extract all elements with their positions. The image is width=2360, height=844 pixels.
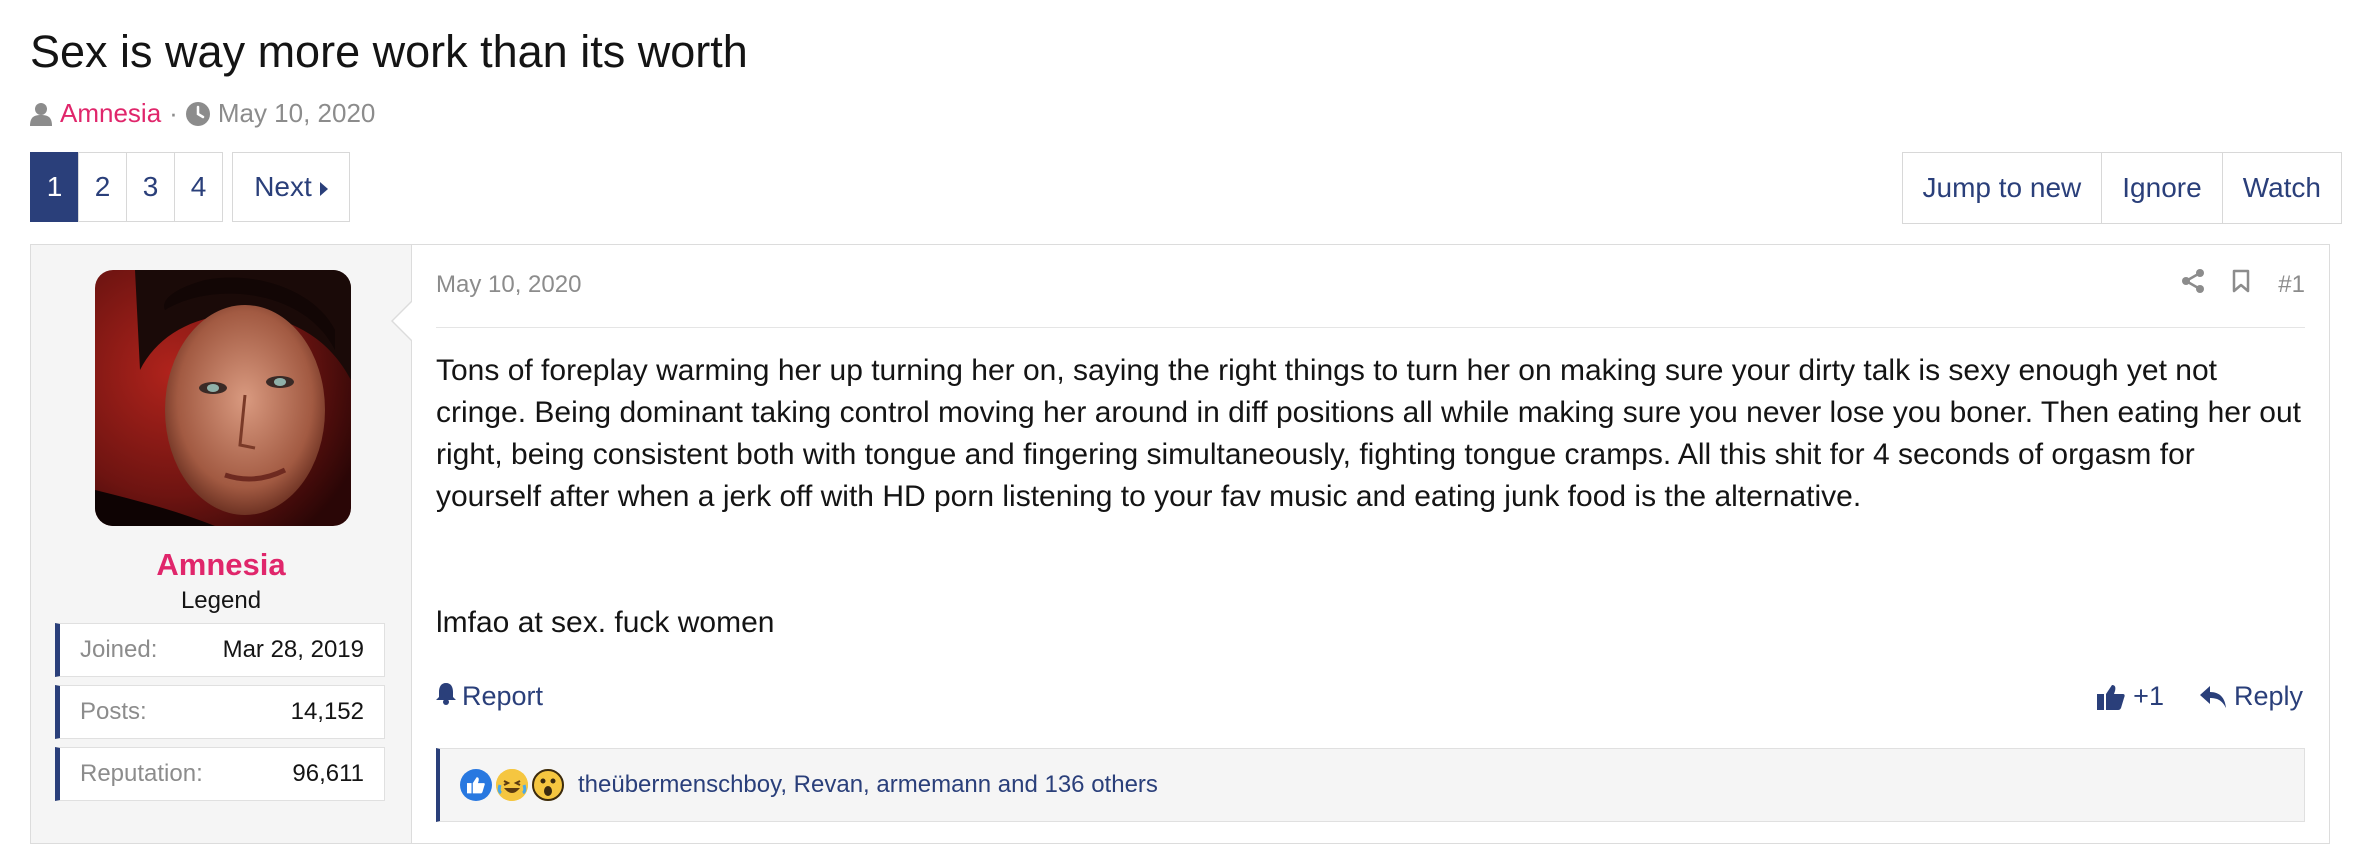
- user-panel: Amnesia Legend Joined: Mar 28, 2019 Post…: [31, 245, 413, 843]
- next-label: Next: [254, 171, 312, 202]
- user-icon: [30, 102, 52, 126]
- stat-posts: Posts: 14,152: [55, 685, 385, 739]
- stat-value: 14,152: [290, 698, 364, 725]
- post-paragraph-1: Tons of foreplay warming her up turning …: [436, 354, 2302, 513]
- post-body: Tons of foreplay warming her up turning …: [436, 350, 2305, 644]
- stat-value: 96,611: [292, 760, 364, 787]
- reply-button[interactable]: Reply: [2199, 681, 2303, 712]
- user-name-link[interactable]: Amnesia: [31, 547, 411, 583]
- bookmark-icon[interactable]: [2232, 269, 2250, 300]
- post-main: May 10, 2020 #1 Tons of foreplay warming…: [412, 245, 2329, 843]
- page-3-button[interactable]: 3: [126, 152, 175, 222]
- post-paragraph-2: lmfao at sex. fuck women: [436, 606, 775, 639]
- report-label: Report: [462, 681, 544, 711]
- thread-title: Sex is way more work than its worth: [30, 26, 748, 77]
- jump-to-new-button[interactable]: Jump to new: [1901, 152, 2103, 224]
- page-2-button[interactable]: 2: [78, 152, 127, 222]
- clock-icon: [185, 101, 210, 126]
- thread-meta: Amnesia · May 10, 2020: [30, 98, 375, 129]
- caret-right-icon: [319, 171, 328, 203]
- page-4-button[interactable]: 4: [174, 152, 223, 222]
- post-number-link[interactable]: #1: [2278, 271, 2305, 299]
- reaction-like-icon: [460, 769, 492, 801]
- pagination: 1 2 3 4 Next: [30, 152, 350, 224]
- stat-label: Reputation:: [80, 760, 203, 787]
- reply-icon: [2199, 685, 2226, 708]
- report-button[interactable]: Report: [436, 681, 543, 712]
- thread-author-link[interactable]: Amnesia: [60, 98, 161, 129]
- ignore-button[interactable]: Ignore: [2101, 152, 2223, 224]
- stat-reputation: Reputation: 96,611: [55, 747, 385, 801]
- post: Amnesia Legend Joined: Mar 28, 2019 Post…: [30, 244, 2330, 844]
- reactions-bar: theübermenschboy, Revan, armemann and 13…: [436, 748, 2305, 822]
- like-label: +1: [2133, 681, 2164, 711]
- share-icon[interactable]: [2182, 269, 2205, 300]
- stat-label: Joined:: [80, 636, 158, 663]
- thread-date[interactable]: May 10, 2020: [218, 98, 376, 129]
- stat-value: Mar 28, 2019: [222, 636, 364, 663]
- post-date[interactable]: May 10, 2020: [436, 271, 581, 299]
- reply-label: Reply: [2233, 681, 2303, 711]
- post-divider: [436, 327, 2305, 328]
- page-1-button[interactable]: 1: [30, 152, 79, 222]
- stat-joined: Joined: Mar 28, 2019: [55, 623, 385, 677]
- stat-label: Posts:: [80, 698, 147, 725]
- thumbs-up-icon: [2097, 684, 2125, 710]
- meta-separator: ·: [169, 98, 178, 128]
- post-footer-actions: +1 Reply: [2097, 681, 2303, 712]
- reaction-wow-icon: [532, 769, 564, 801]
- next-page-button[interactable]: Next: [232, 152, 350, 222]
- post-tools: #1: [2182, 269, 2305, 300]
- user-title: Legend: [180, 587, 262, 614]
- watch-button[interactable]: Watch: [2221, 152, 2342, 224]
- bell-icon: [436, 681, 456, 712]
- like-button[interactable]: +1: [2097, 681, 2164, 712]
- thread-actions: Jump to new Ignore Watch: [1901, 152, 2342, 224]
- post-arrow: [391, 300, 413, 342]
- avatar[interactable]: [95, 270, 351, 526]
- reactions-users-link[interactable]: theübermenschboy, Revan, armemann and 13…: [578, 771, 1158, 799]
- reaction-haha-icon: [496, 769, 528, 801]
